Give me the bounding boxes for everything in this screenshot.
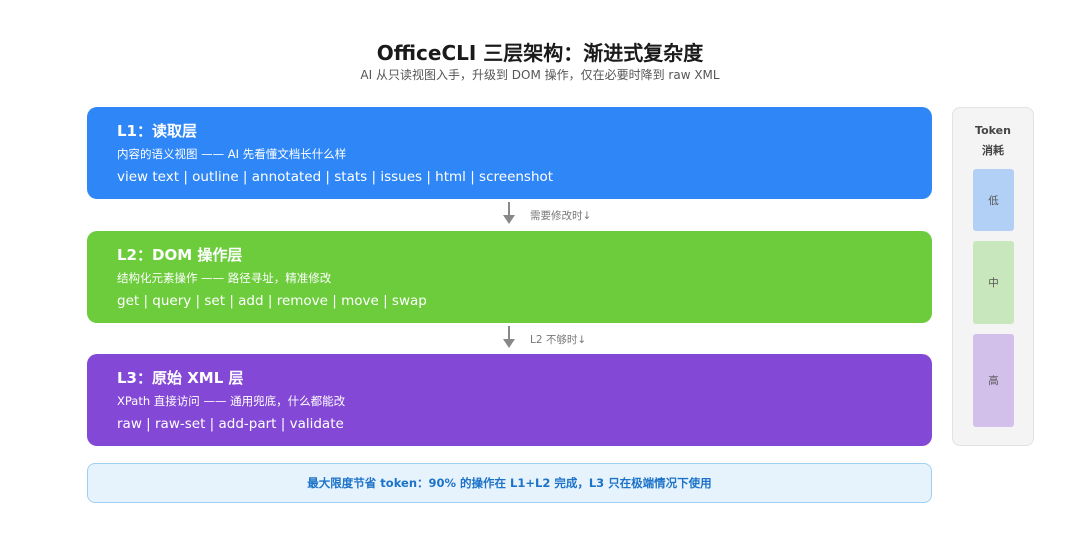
- layer-l2-dom: L2：DOM 操作层 结构化元素操作 —— 路径寻址，精准修改 get | qu…: [87, 231, 932, 323]
- down-arrow-icon: [502, 326, 516, 350]
- layer-description: 结构化元素操作 —— 路径寻址，精准修改: [117, 271, 332, 285]
- layer-description: XPath 直接访问 —— 通用兜底，什么都能改: [117, 394, 346, 408]
- token-panel-title-line1: Token: [975, 124, 1011, 137]
- token-level-low: 低: [973, 169, 1014, 231]
- token-panel-title: Token 消耗: [953, 121, 1033, 161]
- layer-commands: raw | raw-set | add-part | validate: [117, 416, 344, 432]
- layer-l3-raw-xml: L3：原始 XML 层 XPath 直接访问 —— 通用兜底，什么都能改 raw…: [87, 354, 932, 446]
- layer-title: L3：原始 XML 层: [117, 369, 244, 387]
- token-level-medium: 中: [973, 241, 1014, 324]
- layer-description: 内容的语义视图 —— AI 先看懂文档长什么样: [117, 147, 347, 161]
- layer-commands: get | query | set | add | remove | move …: [117, 293, 427, 309]
- token-panel-title-line2: 消耗: [982, 144, 1004, 157]
- layer-l1-read: L1：读取层 内容的语义视图 —— AI 先看懂文档长什么样 view text…: [87, 107, 932, 199]
- diagram-title: OfficeCLI 三层架构：渐进式复杂度: [376, 41, 704, 65]
- transition-label: L2 不够时↓: [530, 334, 587, 346]
- token-cost-panel: Token 消耗 低 中 高: [952, 107, 1034, 446]
- token-level-high: 高: [973, 334, 1014, 427]
- transition-label: 需要修改时↓: [530, 210, 592, 222]
- layer-title: L1：读取层: [117, 122, 197, 140]
- diagram-subtitle: AI 从只读视图入手，升级到 DOM 操作，仅在必要时降到 raw XML: [360, 68, 720, 82]
- layer-title: L2：DOM 操作层: [117, 246, 243, 264]
- layer-commands: view text | outline | annotated | stats …: [117, 169, 554, 185]
- down-arrow-icon: [502, 202, 516, 226]
- footer-note: 最大限度节省 token：90% 的操作在 L1+L2 完成，L3 只在极端情况…: [87, 463, 932, 503]
